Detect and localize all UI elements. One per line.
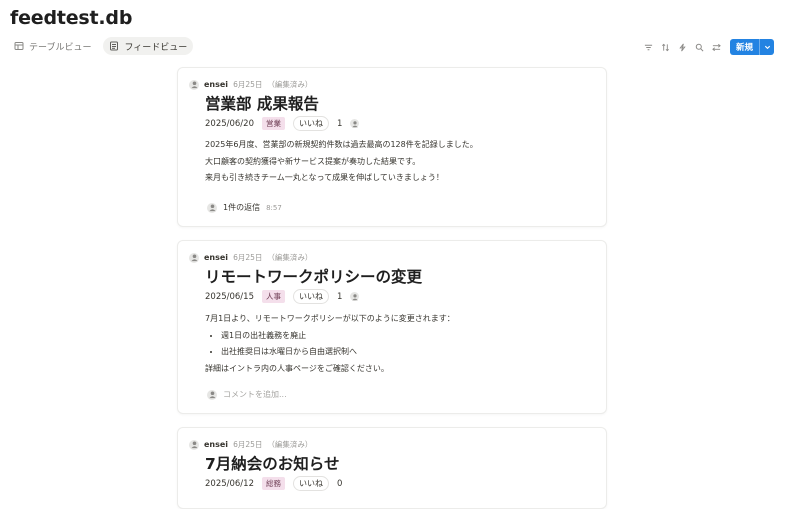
sort-icon (662, 43, 669, 51)
comment-placeholder: コメントを追加... (223, 390, 287, 399)
comment-input[interactable]: コメントを追加... (207, 389, 287, 400)
table-icon (14, 42, 24, 50)
search-button[interactable] (694, 40, 705, 54)
like-count: 1 (337, 291, 343, 302)
post-meta: ensei 6月25日 （編集済み） (189, 79, 312, 90)
avatar (207, 389, 217, 400)
filter-icon (644, 44, 653, 50)
post-date-meta: 6月25日 (233, 440, 263, 449)
tab-feed-view[interactable]: フィードビュー (103, 37, 194, 55)
user-icon (190, 81, 198, 89)
body-line: 詳細はイントラ内の人事ページをご確認ください。 (205, 363, 389, 373)
category-tag: 人事 (262, 290, 285, 303)
sort-button[interactable] (660, 40, 671, 54)
body-line: 大口顧客の契約獲得や新サービス提案が奏功した結果です。 (205, 156, 421, 166)
liker-avatar (350, 292, 360, 301)
filter-button[interactable] (643, 40, 654, 54)
post-meta: ensei 6月25日 （編集済み） (189, 439, 312, 450)
user-icon (190, 254, 198, 262)
body-line: 来月も引き続きチーム一丸となって成果を伸ばしていきましょう！ (205, 173, 444, 182)
user-icon (352, 293, 358, 300)
feed-card[interactable]: ensei 6月25日 （編集済み） 7月納会のお知らせ 2025/06/12 … (177, 427, 607, 509)
feed-icon (110, 41, 119, 51)
new-dropdown-button[interactable] (759, 39, 774, 55)
tab-label: フィードビュー (124, 42, 188, 53)
avatar (189, 252, 199, 263)
automation-button[interactable] (677, 40, 688, 54)
like-count: 0 (337, 478, 343, 489)
tab-table-view[interactable]: テーブルビュー (8, 37, 97, 55)
edited-label: （編集済み） (267, 80, 313, 89)
like-button[interactable]: いいね (293, 116, 329, 131)
reply-count: 1件の返信 (223, 203, 261, 212)
user-icon (190, 441, 198, 449)
author-name[interactable]: ensei (204, 253, 228, 262)
post-body: 7月1日より、リモートワークポリシーが以下のように変更されます： 週1日の出社義… (205, 311, 455, 377)
body-line: 2025年6月度、営業部の新規契約件数は過去最高の128件を記録しました。 (205, 140, 478, 149)
user-icon (352, 120, 358, 127)
automation-icon (679, 43, 686, 51)
post-title[interactable]: リモートワークポリシーの変更 (205, 265, 422, 287)
post-properties: 2025/06/20 営業 いいね 1 (205, 116, 360, 131)
body-line: 7月1日より、リモートワークポリシーが以下のように変更されます： (205, 314, 455, 323)
view-toolbar: 新規 (643, 39, 774, 55)
author-name[interactable]: ensei (204, 440, 228, 449)
post-meta: ensei 6月25日 （編集済み） (189, 252, 312, 263)
feed-card[interactable]: ensei 6月25日 （編集済み） 営業部 成果報告 2025/06/20 営… (177, 67, 607, 227)
edited-label: （編集済み） (267, 253, 313, 262)
post-title[interactable]: 営業部 成果報告 (205, 92, 319, 114)
like-button[interactable]: いいね (293, 289, 329, 304)
tab-label: テーブルビュー (29, 42, 92, 53)
post-date: 2025/06/20 (205, 118, 254, 129)
post-title[interactable]: 7月納会のお知らせ (205, 452, 339, 474)
post-properties: 2025/06/15 人事 いいね 1 (205, 289, 360, 304)
new-button-label: 新規 (735, 43, 753, 53)
page-title: feedtest.db (10, 7, 133, 29)
user-icon (208, 391, 216, 399)
chevron-down-icon (764, 45, 770, 49)
edited-label: （編集済み） (267, 440, 313, 449)
view-tabs: テーブルビュー フィードビュー (8, 37, 194, 55)
post-date-meta: 6月25日 (233, 253, 263, 262)
avatar (189, 439, 199, 450)
like-count: 1 (337, 118, 343, 129)
post-date-meta: 6月25日 (233, 80, 263, 89)
settings-icon (712, 43, 721, 51)
bullet-list: 週1日の出社義務を廃止 出社推奨日は水曜日から自由選択制へ (205, 328, 455, 361)
user-icon (208, 204, 216, 212)
feed-card[interactable]: ensei 6月25日 （編集済み） リモートワークポリシーの変更 2025/0… (177, 240, 607, 414)
category-tag: 営業 (262, 117, 285, 130)
reply-summary[interactable]: 1件の返信 8:57 (207, 202, 282, 213)
author-name[interactable]: ensei (204, 80, 228, 89)
new-button[interactable]: 新規 (729, 39, 774, 55)
search-icon (695, 43, 704, 51)
post-body: 2025年6月度、営業部の新規契約件数は過去最高の128件を記録しました。 大口… (205, 137, 478, 187)
post-date: 2025/06/15 (205, 291, 254, 302)
like-button[interactable]: いいね (293, 476, 329, 491)
post-properties: 2025/06/12 総務 いいね 0 (205, 476, 342, 491)
list-item: 出社推奨日は水曜日から自由選択制へ (221, 344, 455, 361)
category-tag: 総務 (262, 477, 285, 490)
settings-button[interactable] (711, 40, 722, 54)
liker-avatar (350, 119, 360, 128)
post-date: 2025/06/12 (205, 478, 254, 489)
reply-time: 8:57 (266, 203, 282, 212)
list-item: 週1日の出社義務を廃止 (221, 328, 455, 345)
avatar (189, 79, 199, 90)
avatar (207, 202, 217, 213)
